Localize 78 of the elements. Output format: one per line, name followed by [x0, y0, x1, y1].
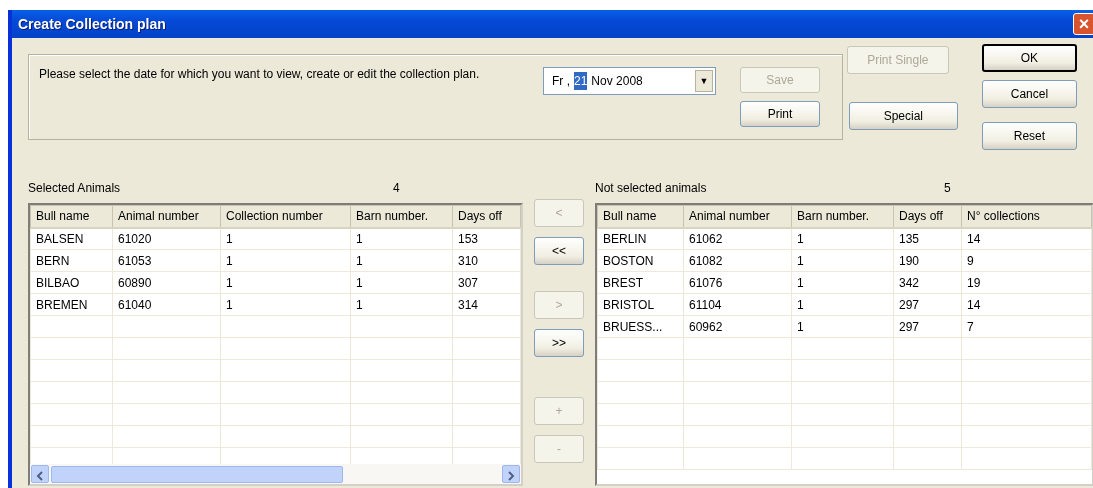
- print-button[interactable]: Print: [740, 101, 820, 127]
- table-cell: BOSTON: [597, 249, 684, 272]
- table-cell: 1: [791, 293, 894, 316]
- date-text: Nov 2008: [591, 73, 643, 90]
- table-cell: 342: [893, 271, 962, 294]
- table-cell: 61082: [683, 249, 792, 272]
- column-header[interactable]: Animal number: [683, 205, 792, 228]
- table-cell: 135: [893, 227, 962, 250]
- transfer-button[interactable]: >>: [534, 329, 584, 357]
- table-cell: BRUESS...: [597, 315, 684, 338]
- table-cell: BILBAO: [30, 271, 113, 294]
- table-cell: 7: [961, 315, 1092, 338]
- table-cell: 61040: [112, 293, 221, 316]
- selected-animals-label: Selected Animals: [28, 180, 121, 197]
- dropdown-button[interactable]: ▼: [695, 70, 713, 92]
- table-cell: 314: [452, 293, 521, 316]
- table-cell: BRISTOL: [597, 293, 684, 316]
- table-cell: 1: [350, 271, 453, 294]
- column-header[interactable]: Collection number: [220, 205, 351, 228]
- table-cell: 60962: [683, 315, 792, 338]
- column-header[interactable]: Days off: [893, 205, 962, 228]
- table-cell: 1: [220, 249, 351, 272]
- table-cell: 61076: [683, 271, 792, 294]
- column-header[interactable]: N° collections: [961, 205, 1092, 228]
- count-text: 4: [393, 180, 401, 197]
- column-header[interactable]: Barn number.: [350, 205, 453, 228]
- table-cell: BREST: [597, 271, 684, 294]
- table-cell: 190: [893, 249, 962, 272]
- transfer-button[interactable]: <<: [534, 237, 584, 265]
- table-cell: 1: [791, 271, 894, 294]
- table-cell: 61020: [112, 227, 221, 250]
- special-button[interactable]: Special: [848, 102, 958, 130]
- table-cell: 307: [452, 271, 521, 294]
- table-cell: 1: [791, 315, 894, 338]
- date-text: Fr ,: [552, 73, 570, 90]
- scroll-right-icon[interactable]: [502, 465, 520, 483]
- column-header[interactable]: Barn number.: [791, 205, 894, 228]
- day-text: 21: [574, 72, 588, 90]
- table-cell: 1: [220, 271, 351, 294]
- table-cell: 61062: [683, 227, 792, 250]
- table-cell: 14: [961, 227, 1092, 250]
- table-cell: 310: [452, 249, 521, 272]
- table-cell: 9: [961, 249, 1092, 272]
- date-field[interactable]: Fr , 21 Nov 2008 ▼: [543, 67, 716, 95]
- close-button[interactable]: ×: [1073, 13, 1093, 35]
- reset-button[interactable]: Reset: [981, 122, 1077, 150]
- table-cell: 60890: [112, 271, 221, 294]
- column-header[interactable]: Animal number: [112, 205, 221, 228]
- table-cell: BERLIN: [597, 227, 684, 250]
- count-text: 5: [944, 180, 952, 197]
- table-cell: 61053: [112, 249, 221, 272]
- table-cell: 1: [350, 249, 453, 272]
- ok-button[interactable]: OK: [981, 44, 1077, 72]
- table-cell: 1: [220, 293, 351, 316]
- table-cell: 297: [893, 315, 962, 338]
- table-cell: 19: [961, 271, 1092, 294]
- cancel-button[interactable]: Cancel: [981, 80, 1077, 108]
- horizontal-scrollbar[interactable]: [30, 464, 521, 484]
- table-cell: BREMEN: [30, 293, 113, 316]
- table-cell: BALSEN: [30, 227, 113, 250]
- window-title: Create Collection plan: [18, 14, 166, 34]
- instruction-text: Please select the date for which you want to view, create or edit the collection plan.: [39, 67, 481, 83]
- table-cell: 297: [893, 293, 962, 316]
- table-cell: 1: [350, 227, 453, 250]
- table-cell: 1: [791, 227, 894, 250]
- table-cell: 14: [961, 293, 1092, 316]
- not-selected-animals-label: Not selected animals: [595, 180, 707, 197]
- scroll-left-icon[interactable]: [31, 465, 49, 483]
- table-cell: BERN: [30, 249, 113, 272]
- scroll-thumb[interactable]: [51, 465, 343, 483]
- column-header[interactable]: Bull name: [30, 205, 113, 228]
- column-header[interactable]: Days off: [452, 205, 521, 228]
- table-cell: 1: [791, 249, 894, 272]
- table-cell: 61104: [683, 293, 792, 316]
- table-cell: 1: [220, 227, 351, 250]
- column-header[interactable]: Bull name: [597, 205, 684, 228]
- table-cell: 1: [350, 293, 453, 316]
- table-cell: 153: [452, 227, 521, 250]
